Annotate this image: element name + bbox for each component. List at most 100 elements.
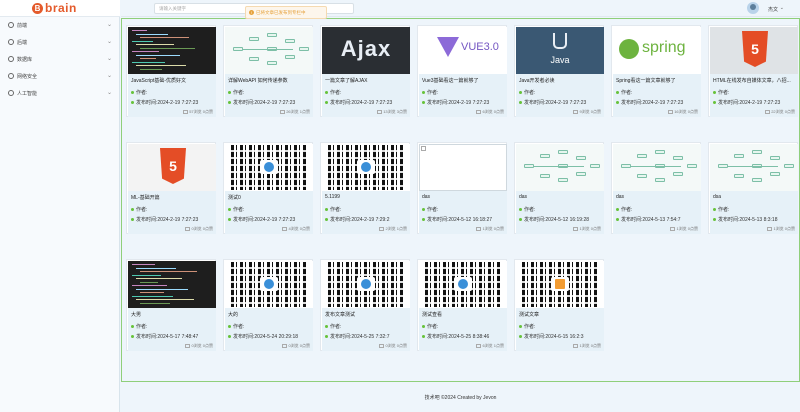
image-icon	[185, 343, 191, 348]
vue-thumb-text: VUE3.0	[461, 41, 499, 53]
article-stats: 1浏览 0点赞	[767, 226, 795, 232]
article-thumbnail[interactable]	[128, 27, 216, 74]
article-card[interactable]: spring Spring看这一篇文章就够了 作者: 发布时间:2024-2-19 7…	[611, 25, 701, 117]
image-icon	[668, 109, 674, 114]
article-title[interactable]: 大的	[228, 311, 312, 318]
article-card[interactable]: 测试文章 作者: 发布时间:2024-6-15 16:2:3 1浏览 0点赞	[514, 259, 604, 351]
article-thumbnail[interactable]	[225, 27, 313, 74]
article-thumbnail[interactable]	[516, 261, 604, 308]
sidebar-item-label: 网络安全	[17, 74, 38, 80]
article-title[interactable]: 测试查看	[422, 311, 506, 318]
article-card[interactable]: 5.1199 作者: 发布时间:2024-2-19 7:29:2 2浏览 1点赞	[320, 142, 410, 234]
html5-thumbnail: 5	[128, 144, 216, 191]
article-title[interactable]: dsa	[713, 194, 797, 200]
sidebar-item-security[interactable]: 网络安全 ⌄	[0, 68, 120, 84]
article-thumbnail[interactable]: 5	[128, 144, 216, 191]
time-value: 2024-2-19 7:27:23	[157, 217, 199, 223]
java-thumb-text: Java	[550, 55, 570, 65]
article-title[interactable]: JavaScript基础-优质好文	[131, 77, 215, 84]
article-title[interactable]: 一篇文章了解AJAX	[325, 77, 409, 84]
article-card[interactable]: 测试0 作者: 发布时间:2024-2-19 7:27:23 4浏览 0点赞	[223, 142, 313, 234]
logo[interactable]: B brain	[0, 0, 120, 17]
article-thumbnail[interactable]	[322, 144, 410, 191]
article-card[interactable]: 5 HTML在线发布自媒体文章，八招... 作者: 发布时间:2024-2-19 7:…	[708, 25, 798, 117]
article-card[interactable]: 5 ML-基础开篇 作者: 发布时间:2024-2-19 7:27:23 0浏览 0点赞	[126, 142, 216, 234]
article-thumbnail[interactable]	[419, 144, 507, 191]
sidebar-item-frontend[interactable]: 前端 ⌄	[0, 17, 120, 33]
article-title[interactable]: 5.1199	[325, 194, 409, 200]
time-value: 2024-2-19 7:27:23	[642, 100, 684, 106]
article-title[interactable]: 测试文章	[519, 311, 603, 318]
stats-text: 0浏览 0点赞	[385, 343, 407, 348]
article-title[interactable]: 发布文章测试	[325, 311, 409, 318]
article-stats: 2浏览 1点赞	[379, 226, 407, 232]
location-icon	[8, 90, 14, 96]
bullet-dot-icon	[131, 208, 134, 212]
sidebar-item-ai[interactable]: 人工智能 ⌄	[0, 85, 120, 101]
article-thumbnail[interactable]	[613, 144, 701, 191]
time-label: 发布时间:	[427, 100, 449, 106]
time-value: 2024-5-24 20:29:18	[254, 334, 299, 340]
article-card[interactable]: 大男 作者: 发布时间:2024-5-17 7:48:47 0浏览 0点赞	[126, 259, 216, 351]
article-card[interactable]: das 作者: 发布时间:2024-5-12 16:19:28 1浏览 0点赞	[514, 142, 604, 234]
bullet-dot-icon	[713, 218, 716, 222]
article-thumbnail[interactable]	[225, 261, 313, 308]
logo-text: brain	[45, 1, 77, 15]
article-card[interactable]: 大的 作者: 发布时间:2024-5-24 20:29:18 0浏览 0点赞	[223, 259, 313, 351]
article-card[interactable]: Java Java开发者必读 作者: 发布时间:2024-2-19 7:27:23 9浏…	[514, 25, 604, 117]
author-label: 作者:	[330, 207, 342, 213]
article-thumbnail[interactable]	[225, 144, 313, 191]
sidebar-item-database[interactable]: 数据库 ⌄	[0, 51, 120, 67]
article-author: 作者:	[519, 89, 535, 96]
article-thumbnail[interactable]: Java	[516, 27, 604, 74]
article-thumbnail[interactable]: VUE3.0	[419, 27, 507, 74]
article-stats: 6浏览 0点赞	[476, 109, 504, 115]
stats-text: 22浏览 0点赞	[771, 109, 795, 114]
article-card[interactable]: 测试查看 作者: 发布时间:2024-5-25 8:38:46 6浏览 1点赞	[417, 259, 507, 351]
article-card[interactable]: 详解WebAPI 如何传递参数 作者: 发布时间:2024-2-19 7:27:23…	[223, 25, 313, 117]
article-title[interactable]: Spring看这一篇文章就够了	[616, 77, 700, 84]
article-card[interactable]: 发布文章测试 作者: 发布时间:2024-5-25 7:32:7 0浏览 0点赞	[320, 259, 410, 351]
article-author: 作者:	[228, 89, 244, 96]
article-card[interactable]: Ajax 一篇文章了解AJAX 作者: 发布时间:2024-2-19 7:27:23 1…	[320, 25, 410, 117]
stats-text: 2浏览 1点赞	[385, 226, 407, 231]
article-thumbnail[interactable]	[516, 144, 604, 191]
article-title[interactable]: Java开发者必读	[519, 77, 603, 84]
article-title[interactable]: ML-基础开篇	[131, 194, 215, 201]
article-author: 作者:	[422, 323, 438, 330]
footer: 技术吧 ©2024 Created by Jevon	[424, 395, 497, 401]
article-thumbnail[interactable]	[710, 144, 798, 191]
bullet-dot-icon	[422, 335, 425, 339]
sidebar-item-backend[interactable]: 后端 ⌄	[0, 34, 120, 50]
user-menu[interactable]: 杰文 ⌄	[734, 2, 784, 15]
article-card[interactable]: VUE3.0 Vue3基础看这一篇就够了 作者: 发布时间:2024-2-19 7:2…	[417, 25, 507, 117]
article-title[interactable]: 测试0	[228, 194, 312, 201]
article-card[interactable]: JavaScript基础-优质好文 作者: 发布时间:2024-2-19 7:27:…	[126, 25, 216, 117]
article-thumbnail[interactable]	[419, 261, 507, 308]
time-value: 2024-2-19 7:27:23	[157, 100, 199, 106]
article-time: 发布时间:2024-2-19 7:27:23	[325, 99, 392, 106]
article-title[interactable]: Vue3基础看这一篇就够了	[422, 77, 506, 84]
article-title[interactable]: das	[616, 194, 700, 200]
article-thumbnail[interactable]: 5	[710, 27, 798, 74]
article-thumbnail[interactable]	[128, 261, 216, 308]
qr-code-thumbnail	[322, 261, 410, 308]
bullet-dot-icon	[228, 208, 231, 212]
article-title[interactable]: HTML在线发布自媒体文章，八招...	[713, 77, 797, 84]
time-value: 2024-5-25 8:38:46	[448, 334, 490, 340]
article-title[interactable]: das	[422, 194, 506, 200]
article-card[interactable]: dsa 作者: 发布时间:2024-5-13 8:3:18 1浏览 0点赞	[708, 142, 798, 234]
image-icon	[767, 226, 773, 231]
article-card[interactable]: das 作者: 发布时间:2024-5-12 16:18:27 1浏览 0点赞	[417, 142, 507, 234]
avatar[interactable]	[747, 2, 759, 14]
article-title[interactable]: 大男	[131, 311, 215, 318]
article-info: 大男 作者: 发布时间:2024-5-17 7:48:47 0浏览 0点赞	[128, 308, 216, 351]
article-card[interactable]: das 作者: 发布时间:2024-5-13 7:54:7 1浏览 0点赞	[611, 142, 701, 234]
bullet-dot-icon	[519, 218, 522, 222]
article-title[interactable]: das	[519, 194, 603, 200]
article-thumbnail[interactable]: Ajax	[322, 27, 410, 74]
article-title[interactable]: 详解WebAPI 如何传递参数	[228, 77, 312, 84]
article-thumbnail[interactable]	[322, 261, 410, 308]
article-thumbnail[interactable]: spring	[613, 27, 701, 74]
image-icon	[282, 343, 288, 348]
